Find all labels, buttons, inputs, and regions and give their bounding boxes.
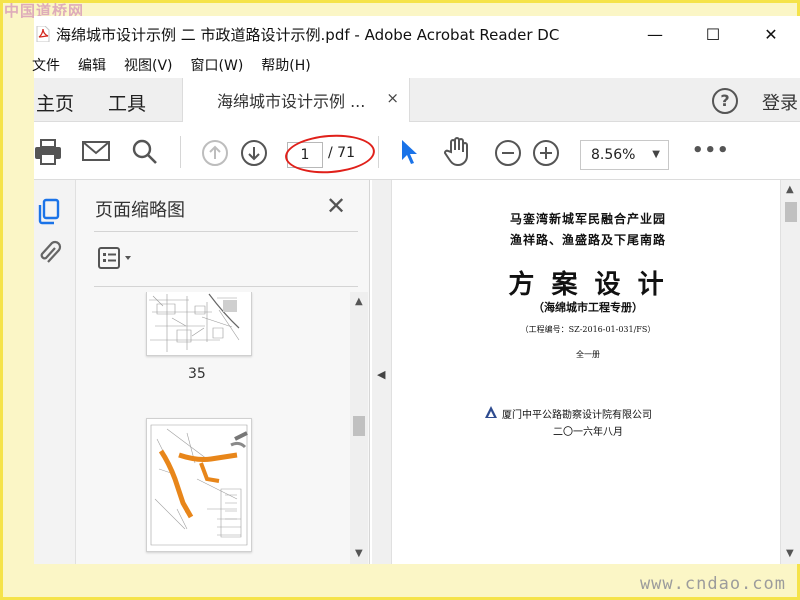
window-controls: — ☐ ✕ xyxy=(626,16,800,52)
highlight-annotation xyxy=(283,131,377,177)
search-icon[interactable] xyxy=(132,139,158,169)
menu-bar: 文件 编辑 视图(V) 窗口(W) 帮助(H) xyxy=(32,52,800,78)
doc-volume: 全一册 xyxy=(576,350,600,359)
chevron-left-icon: ◀ xyxy=(377,368,386,381)
maximize-button[interactable]: ☐ xyxy=(684,16,742,52)
menu-edit[interactable]: 编辑 xyxy=(78,55,106,75)
thumbnail-page-35[interactable] xyxy=(146,292,252,356)
menu-help[interactable]: 帮助(H) xyxy=(261,55,310,75)
email-icon[interactable] xyxy=(82,139,110,167)
tab-close-icon[interactable]: × xyxy=(386,89,399,107)
zoom-value: 8.56% xyxy=(591,147,636,163)
scroll-down-icon[interactable]: ▼ xyxy=(355,548,363,559)
menu-file[interactable]: 文件 xyxy=(32,55,60,75)
zoom-in-icon[interactable] xyxy=(532,139,560,171)
doc-subtitle: （海绵城市工程专册） xyxy=(533,301,643,314)
previous-page-icon[interactable] xyxy=(201,139,229,171)
close-window-button[interactable]: ✕ xyxy=(742,16,800,52)
thumbnail-page-number: 35 xyxy=(188,366,206,382)
hand-tool-icon[interactable] xyxy=(444,136,470,170)
company-name: 厦门中平公路勘察设计院有限公司 xyxy=(502,410,652,421)
divider xyxy=(94,286,358,287)
toolbar-divider xyxy=(378,136,379,168)
attachment-icon[interactable] xyxy=(36,238,62,270)
close-panel-icon[interactable]: ✕ xyxy=(326,192,346,220)
next-page-icon[interactable] xyxy=(240,139,268,171)
toolbar-divider xyxy=(180,136,181,168)
tab-document-label: 海绵城市设计示例 ... xyxy=(217,92,366,111)
page-thumbnails-icon[interactable] xyxy=(36,198,62,230)
thumbnail-list: 35 xyxy=(94,292,346,564)
doc-heading: 方 案 设 计 xyxy=(508,270,668,300)
doc-date: 二〇一六年八月 xyxy=(553,427,623,438)
toolbar: 1 / 71 8.56% ▼ ••• xyxy=(34,122,800,180)
doc-project-line2: 渔祥路、渔盛路及下尾南路 xyxy=(509,233,666,247)
doc-project-line1: 马銮湾新城军民融合产业园 xyxy=(509,212,666,226)
acrobat-window: 海绵城市设计示例 二 市政道路设计示例.pdf - Adobe Acrobat … xyxy=(32,16,800,564)
title-bar: 海绵城市设计示例 二 市政道路设计示例.pdf - Adobe Acrobat … xyxy=(34,16,800,52)
menu-window[interactable]: 窗口(W) xyxy=(191,55,244,75)
company-logo-icon xyxy=(484,404,498,423)
left-rail xyxy=(34,180,76,564)
tab-home[interactable]: 主页 xyxy=(36,89,74,116)
select-cursor-icon[interactable] xyxy=(400,138,420,170)
zoom-select[interactable]: 8.56% ▼ xyxy=(580,140,669,170)
pdf-file-icon xyxy=(36,26,50,42)
scroll-up-icon[interactable]: ▲ xyxy=(786,184,794,195)
panel-collapse-handle[interactable]: ◀ xyxy=(372,180,392,564)
doc-project-number: （工程编号：SZ-2016-01-031/FS） xyxy=(520,325,656,334)
signin-button[interactable]: 登录 xyxy=(762,89,798,115)
chevron-down-icon: ▼ xyxy=(652,149,660,160)
scrollbar-thumb[interactable] xyxy=(353,416,365,436)
print-icon[interactable] xyxy=(34,139,62,169)
scrollbar-thumb[interactable] xyxy=(785,202,797,222)
scroll-up-icon[interactable]: ▲ xyxy=(355,296,363,307)
more-options-icon[interactable]: ••• xyxy=(692,140,730,161)
minimize-button[interactable]: — xyxy=(626,16,684,52)
tab-bar: 主页 工具 海绵城市设计示例 ... × ? 登录 xyxy=(34,78,800,122)
menu-view[interactable]: 视图(V) xyxy=(124,55,173,75)
divider xyxy=(94,231,358,232)
thumbnails-panel: 页面缩略图 ✕ 35 ▲ ▼ xyxy=(76,180,370,564)
thumbnails-scrollbar[interactable]: ▲ ▼ xyxy=(350,292,368,564)
zoom-out-icon[interactable] xyxy=(494,139,522,171)
doc-company: 厦门中平公路勘察设计院有限公司 xyxy=(484,404,652,423)
thumbnail-options-icon[interactable] xyxy=(98,246,138,274)
thumbnail-page-36[interactable] xyxy=(146,418,252,552)
watermark-bottom: www.cndao.com xyxy=(639,574,786,594)
scroll-down-icon[interactable]: ▼ xyxy=(786,548,794,559)
tab-tools[interactable]: 工具 xyxy=(108,89,146,116)
help-icon[interactable]: ? xyxy=(712,88,738,114)
document-view[interactable]: 马銮湾新城军民融合产业园 渔祥路、渔盛路及下尾南路 方 案 设 计 （海绵城市工… xyxy=(392,180,800,564)
document-scrollbar[interactable]: ▲ ▼ xyxy=(780,180,800,564)
thumbnails-title: 页面缩略图 xyxy=(95,200,185,221)
tab-document[interactable]: 海绵城市设计示例 ... × xyxy=(182,78,410,122)
window-title: 海绵城市设计示例 二 市政道路设计示例.pdf - Adobe Acrobat … xyxy=(56,25,560,44)
